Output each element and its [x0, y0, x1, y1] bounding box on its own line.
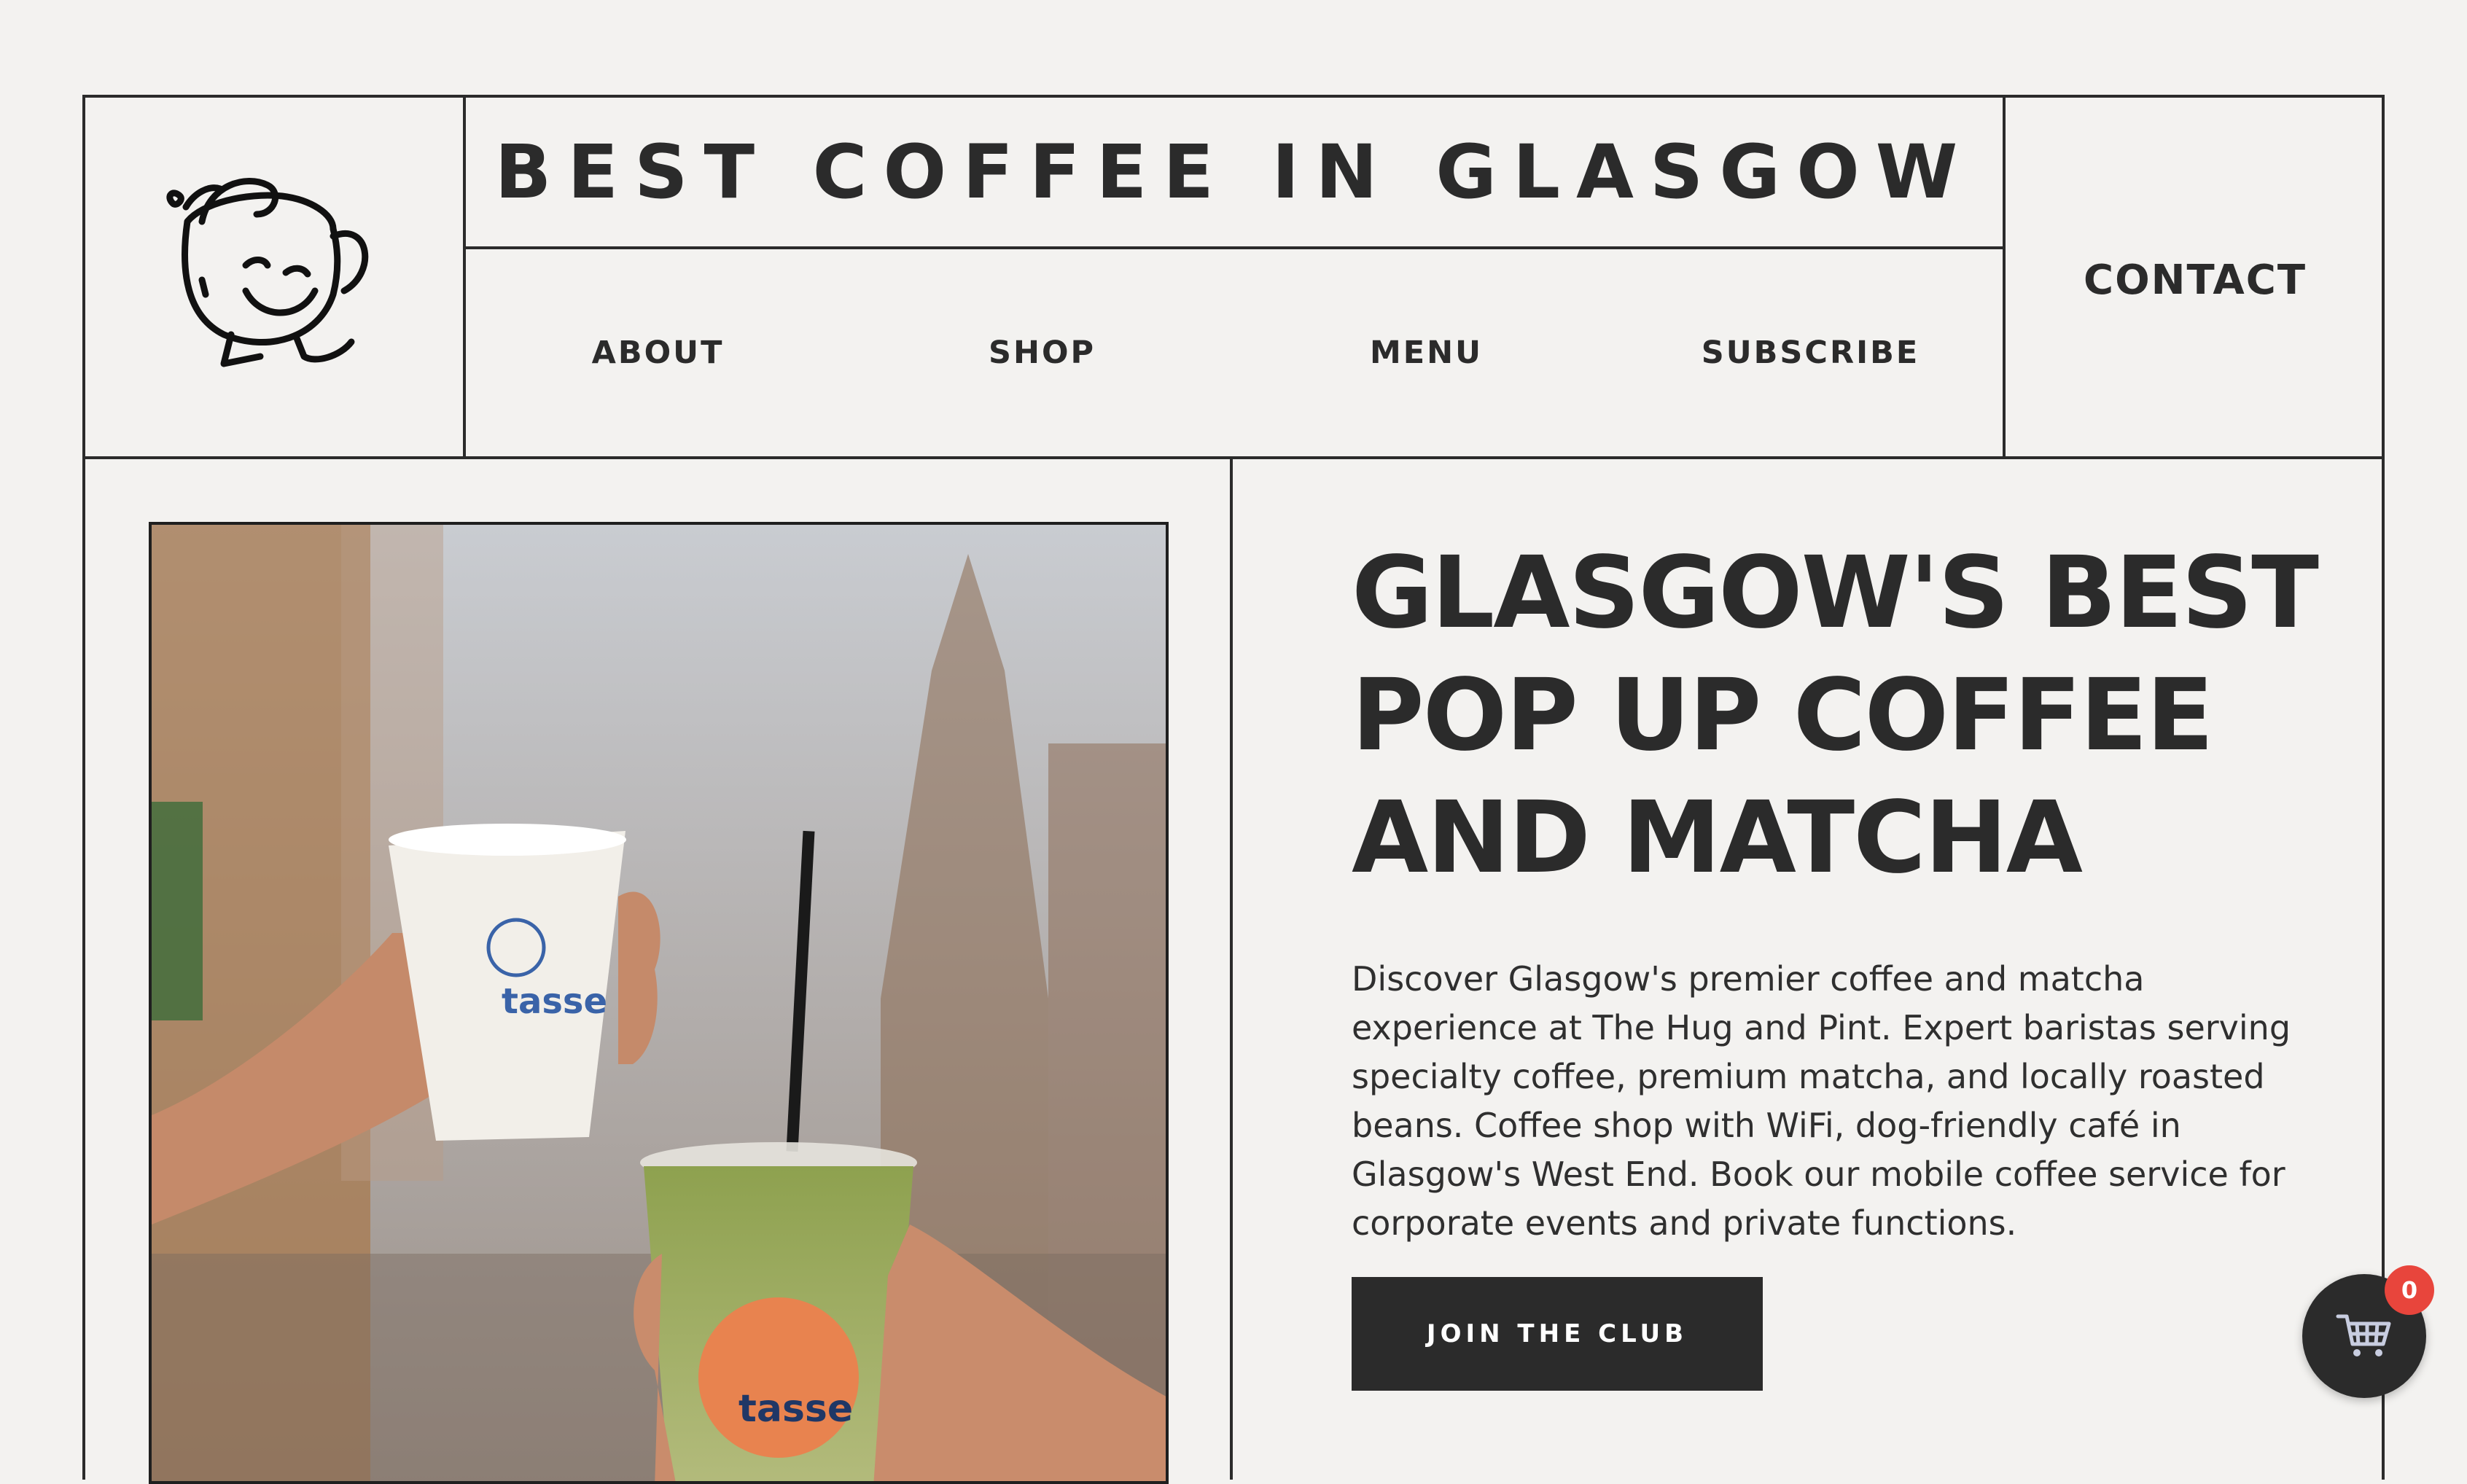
page-frame: BEST COFFEE IN GLASGOW ABOUT SHOP MENU S… — [82, 95, 2385, 1484]
coffee-and-matcha-cheers-photo-icon: tasse tasse — [152, 525, 1166, 1481]
hero-photo: tasse tasse — [149, 522, 1169, 1484]
shopping-cart-icon — [2336, 1314, 2391, 1356]
main-nav: ABOUT SHOP MENU SUBSCRIBE — [466, 249, 2003, 456]
hero-headline: GLASGOW'S BEST POP UP COFFEE AND MATCHA — [1352, 532, 2319, 899]
logo-link[interactable] — [85, 98, 466, 456]
coffee-mascot-logo-icon — [166, 177, 369, 367]
sticker-brand-text: tasse — [738, 1387, 853, 1431]
headline-line-3: AND MATCHA — [1352, 781, 2083, 896]
site-title-bar: BEST COFFEE IN GLASGOW — [466, 98, 2003, 249]
site-title: BEST COFFEE IN GLASGOW — [494, 128, 1974, 216]
nav-about[interactable]: ABOUT — [466, 249, 850, 456]
headline-line-1: GLASGOW'S BEST — [1352, 536, 2319, 651]
site-header: BEST COFFEE IN GLASGOW ABOUT SHOP MENU S… — [85, 98, 2382, 459]
cup-brand-text: tasse — [502, 981, 607, 1022]
join-the-club-button[interactable]: JOIN THE CLUB — [1352, 1277, 1763, 1391]
nav-menu[interactable]: MENU — [1234, 249, 1618, 456]
hero-image-panel: tasse tasse — [85, 459, 1233, 1484]
hero-text-panel: GLASGOW'S BEST POP UP COFFEE AND MATCHA … — [1233, 459, 2385, 1480]
cart-count-badge: 0 — [2385, 1265, 2434, 1315]
nav-subscribe[interactable]: SUBSCRIBE — [1618, 249, 2003, 456]
nav-contact[interactable]: CONTACT — [2003, 98, 2385, 456]
headline-line-2: POP UP COFFEE — [1352, 658, 2214, 773]
hero-description: Discover Glasgow's premier coffee and ma… — [1352, 959, 2291, 1243]
nav-shop[interactable]: SHOP — [850, 249, 1234, 456]
